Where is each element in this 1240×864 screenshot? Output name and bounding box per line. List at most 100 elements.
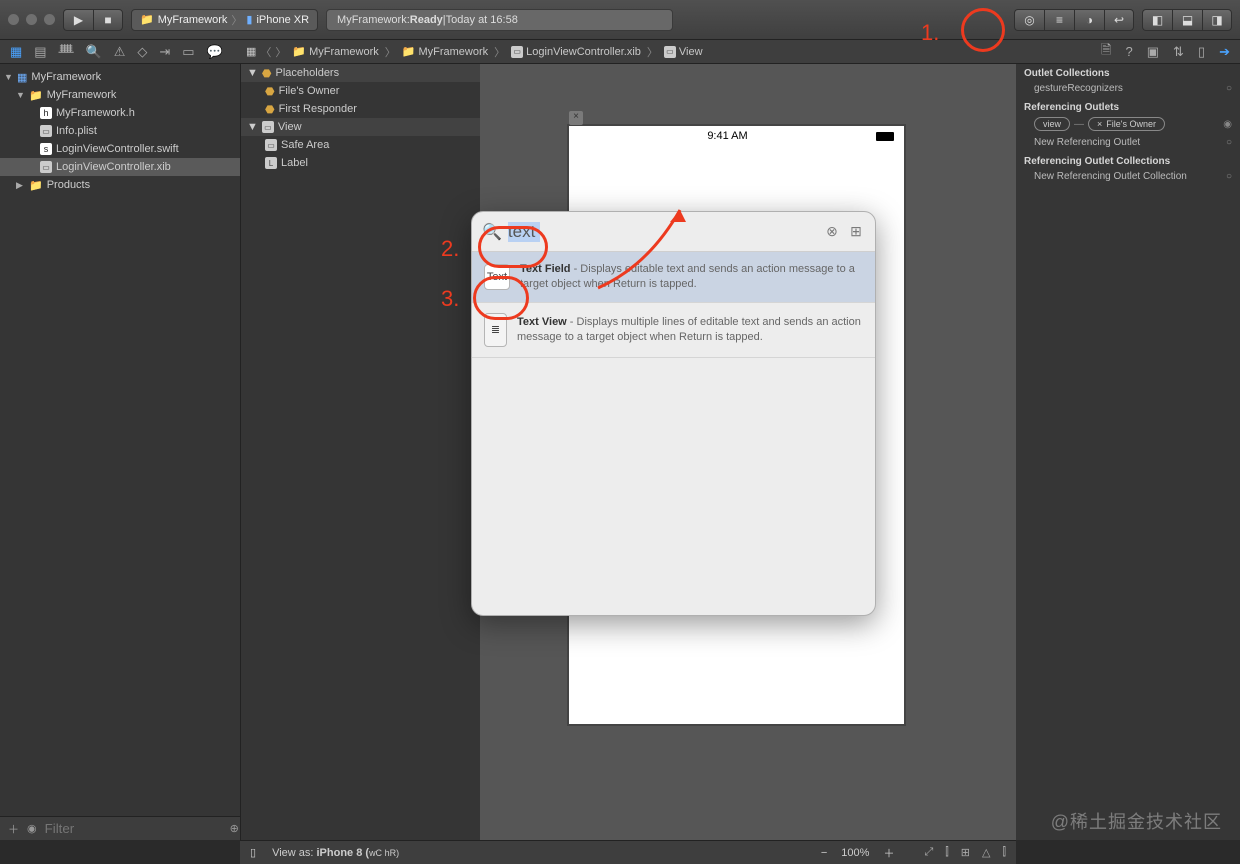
embed-icon[interactable]: ⤢	[924, 846, 933, 859]
outline-placeholders[interactable]: Placeholders	[276, 67, 340, 79]
lib-item-title: Text Field	[520, 263, 571, 275]
search-icon: 🔍	[482, 222, 502, 242]
view-as-label[interactable]: View as: iPhone 8 (wC hR)	[272, 847, 399, 859]
help-inspector-icon[interactable]: ?	[1126, 44, 1133, 59]
stack-icon[interactable]: ⫿	[1002, 846, 1006, 859]
grid-view-icon[interactable]: ⊞	[847, 223, 865, 240]
reports-nav-icon[interactable]: 💬	[207, 44, 223, 60]
interface-builder-canvas[interactable]: × 9:41 AM 🔍 ⊗ ⊞ Text Text Field - Displa…	[480, 64, 1016, 840]
minimize-icon[interactable]	[26, 14, 37, 25]
symbols-nav-icon[interactable]: ᚙ	[59, 44, 74, 60]
zoom-icon[interactable]	[44, 14, 55, 25]
library-button[interactable]: ◎	[1014, 9, 1044, 31]
stop-button[interactable]: ■	[93, 9, 123, 31]
run-stop-group: ▶ ■	[63, 9, 123, 31]
window-traffic-lights[interactable]	[8, 14, 55, 25]
version-editor-button[interactable]: ↩	[1104, 9, 1134, 31]
connections-inspector-icon[interactable]: ➔	[1219, 44, 1230, 60]
file-header[interactable]: MyFramework.h	[56, 107, 135, 119]
filter-scope-icon[interactable]: ◉	[27, 822, 37, 835]
project-nav-icon[interactable]: ▦	[10, 44, 22, 60]
toggle-debug-button[interactable]: ⬓	[1172, 9, 1202, 31]
add-icon[interactable]: ＋	[8, 821, 19, 837]
view-icon: ▭	[262, 121, 274, 133]
navigator-filter-input[interactable]	[45, 821, 222, 836]
scheme-device: iPhone XR	[256, 14, 309, 26]
outline-label[interactable]: Label	[281, 157, 308, 169]
standard-editor-button[interactable]: ≡	[1044, 9, 1074, 31]
recent-filter-icon[interactable]: ⊕	[230, 822, 239, 835]
assistant-editor-button[interactable]: ◑	[1074, 9, 1104, 31]
file-swift[interactable]: LoginViewController.swift	[56, 143, 179, 155]
project-root[interactable]: MyFramework	[31, 71, 101, 83]
scheme-selector[interactable]: 📁 MyFramework 〉 ▮ iPhone XR	[131, 9, 318, 31]
close-icon[interactable]	[8, 14, 19, 25]
source-control-nav-icon[interactable]: ▤	[34, 44, 46, 60]
battery-icon	[876, 132, 894, 141]
toggle-navigator-button[interactable]: ◧	[1142, 9, 1172, 31]
breakpoints-nav-icon[interactable]: ▭	[182, 44, 194, 60]
related-items-icon[interactable]: ▦	[246, 45, 256, 58]
status-state: Ready	[410, 14, 443, 26]
device-status-bar: 9:41 AM	[569, 126, 904, 146]
align-icon[interactable]: ⫿	[945, 846, 949, 859]
canvas-bottom-bar: ▯ View as: iPhone 8 (wC hR) − 100% ＋ ⤢ ⫿…	[240, 840, 1016, 864]
first-responder-icon: ⬣	[265, 103, 275, 116]
attributes-inspector-icon[interactable]: ⇅	[1173, 44, 1184, 60]
xib-file-icon: ▭	[40, 161, 52, 173]
inspector-tabs[interactable]: 🗎 ? ▣ ⇅ ▯ ➔	[1016, 40, 1240, 63]
insp-ref-out-coll: Referencing Outlet Collections	[1016, 152, 1240, 169]
jump-bar[interactable]: ▦ 〈〉 📁MyFramework〉 📁MyFramework〉 ▭LoginV…	[240, 40, 1016, 63]
insp-new-ref[interactable]: New Referencing Outlet	[1034, 137, 1140, 148]
library-item-text-field[interactable]: Text Text Field - Displays editable text…	[472, 252, 875, 303]
library-item-text-view[interactable]: ≣ Text View - Displays multiple lines of…	[472, 303, 875, 358]
status-prefix: MyFramework:	[337, 14, 410, 26]
group-products[interactable]: Products	[47, 179, 90, 191]
resolve-icon[interactable]: △	[982, 846, 990, 859]
identity-inspector-icon[interactable]: ▣	[1147, 44, 1159, 60]
outlet-circle-icon[interactable]: ○	[1226, 137, 1232, 148]
zoom-out-button[interactable]: −	[821, 847, 827, 859]
zoom-level[interactable]: 100%	[841, 847, 869, 859]
file-info-plist[interactable]: Info.plist	[56, 125, 97, 137]
phone-icon: ▮	[246, 13, 252, 26]
zoom-in-button[interactable]: ＋	[883, 845, 894, 861]
find-nav-icon[interactable]: 🔍	[86, 44, 102, 60]
pill-owner: File's Owner	[1106, 119, 1156, 129]
lib-item-desc: - Displays multiple lines of editable te…	[517, 316, 861, 343]
toggle-inspector-button[interactable]: ◨	[1202, 9, 1232, 31]
size-inspector-icon[interactable]: ▯	[1198, 44, 1205, 60]
group-myframework[interactable]: MyFramework	[47, 89, 117, 101]
outline-view[interactable]: View	[278, 121, 302, 133]
folder-icon: 📁	[140, 13, 154, 26]
outline-safe-area[interactable]: Safe Area	[281, 139, 329, 151]
outline-files-owner[interactable]: File's Owner	[279, 85, 340, 97]
text-view-thumb-icon: ≣	[484, 313, 507, 347]
insp-gesture-row[interactable]: gestureRecognizers	[1034, 83, 1123, 94]
activity-status: MyFramework: Ready | Today at 16:58	[326, 9, 673, 31]
run-button[interactable]: ▶	[63, 9, 93, 31]
status-time: Today at 16:58	[446, 14, 518, 26]
pin-icon[interactable]: ⊞	[961, 846, 970, 859]
file-inspector-icon[interactable]: 🗎	[1101, 41, 1111, 63]
files-owner-icon: ⬣	[265, 85, 275, 98]
clear-search-icon[interactable]: ⊗	[823, 223, 841, 240]
outlet-circle-icon[interactable]: ○	[1226, 83, 1232, 94]
outline-first-responder[interactable]: First Responder	[279, 103, 357, 115]
file-xib[interactable]: LoginViewController.xib	[56, 161, 171, 173]
insp-new-ref-coll[interactable]: New Referencing Outlet Collection	[1034, 171, 1187, 182]
navigator-tabs[interactable]: ▦ ▤ ᚙ 🔍 ⚠ ◇ ⇥ ▭ 💬	[0, 40, 240, 63]
device-config-icon[interactable]: ▯	[250, 846, 256, 859]
swift-file-icon: s	[40, 143, 52, 155]
tab-bar: ▦ ▤ ᚙ 🔍 ⚠ ◇ ⇥ ▭ 💬 ▦ 〈〉 📁MyFramework〉 📁My…	[0, 40, 1240, 64]
outlet-circle-icon[interactable]: ○	[1226, 171, 1232, 182]
issues-nav-icon[interactable]: ⚠	[114, 44, 126, 60]
outlet-filled-icon[interactable]: ◉	[1223, 119, 1232, 130]
tests-nav-icon[interactable]: ◇	[137, 44, 147, 60]
library-search-input[interactable]	[508, 222, 817, 242]
layout-tools: ⤢ ⫿ ⊞ △ ⫿	[924, 846, 1006, 859]
insp-connection-view[interactable]: view — ×File's Owner ◉	[1016, 115, 1240, 135]
debug-nav-icon[interactable]: ⇥	[159, 44, 170, 60]
pill-view: view	[1034, 117, 1070, 131]
close-preview-button[interactable]: ×	[569, 111, 583, 125]
